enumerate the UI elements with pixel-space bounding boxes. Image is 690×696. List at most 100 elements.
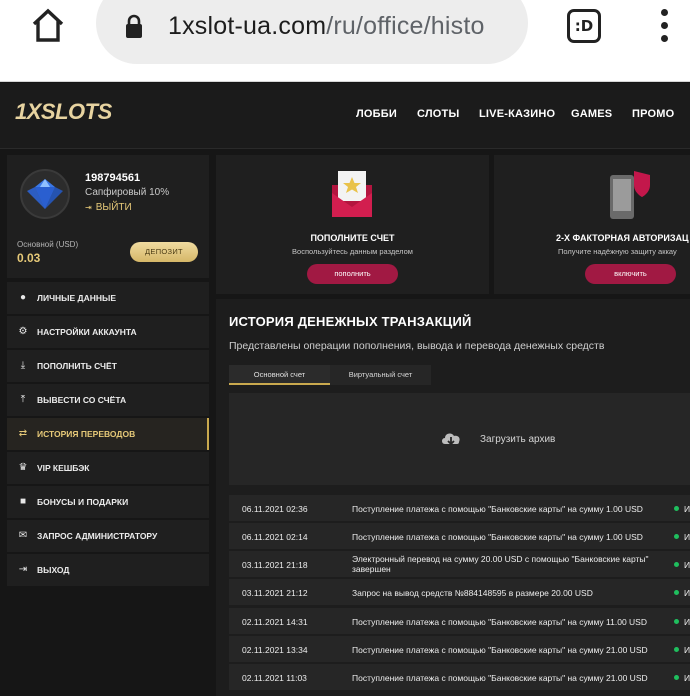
sidebar-item-label: ИСТОРИЯ ПЕРЕВОДОВ [37,429,136,439]
sidebar-menu: ● ЛИЧНЫЕ ДАННЫЕ ⚙ НАСТРОЙКИ АККАУНТА ⤓ ПОПО… [7,282,209,588]
url-domain: 1xslot-ua.com [168,12,327,40]
table-row: 06.11.2021 02:36 Поступление платежа с п… [229,495,690,521]
promo-card-2fa: 2-Х ФАКТОРНАЯ АВТОРИЗАЦ Получите надёжну… [494,155,690,294]
status-dot [674,619,679,624]
status-dot [674,590,679,595]
url-path: /ru/office/histo [326,12,485,40]
tab-virtual-account[interactable]: Виртуальный счет [330,365,431,385]
logout-link[interactable]: ⇥ ВЫЙТИ [85,202,132,213]
sidebar-item-transfer-history[interactable]: ⇄ ИСТОРИЯ ПЕРЕВОДОВ [7,418,209,450]
table-row: 02.11.2021 11:03 Поступление платежа с п… [229,664,690,690]
balance-value: 0.03 [17,251,41,265]
tx-description: Поступление платежа с помощью "Банковски… [352,504,643,514]
tx-date: 02.11.2021 11:03 [242,673,307,683]
promo-deposit-button[interactable]: пополнить [307,264,398,284]
balance-label: Основной (USD) [17,240,79,249]
tx-status: И [684,673,690,683]
sidebar-item-exit[interactable]: ⇥ ВЫХОД [7,554,209,586]
table-row: 02.11.2021 14:31 Поступление платежа с п… [229,608,690,634]
promo-card-deposit: ПОПОЛНИТЕ СЧЕТ Воспользуйтесь данным раз… [216,155,489,294]
tx-date: 02.11.2021 14:31 [242,617,308,627]
upload-icon: ⤒ [20,394,26,405]
tx-date: 06.11.2021 02:36 [242,504,308,514]
sidebar-item-label: ПОПОЛНИТЬ СЧЁТ [37,361,117,371]
cloud-download-icon [442,433,460,446]
tab-main-account[interactable]: Основной счет [229,365,330,385]
transaction-history-panel: ИСТОРИЯ ДЕНЕЖНЫХ ТРАНЗАКЦИЙ Представлены… [216,299,690,696]
sidebar-item-personal-data[interactable]: ● ЛИЧНЫЕ ДАННЫЕ [7,282,209,314]
download-icon: ⤓ [20,360,26,371]
crown-icon: ♛ [18,462,28,473]
phone-shield-icon [610,171,650,219]
user-status: Сапфировый 10% [85,187,170,198]
tx-status: И [684,645,690,655]
extension-button[interactable]: :D [567,9,601,43]
nav-promo[interactable]: ПРОМО [632,108,674,120]
tx-status: И [684,617,690,627]
download-archive-area[interactable]: Загрузить архив [229,393,690,485]
nav-live-casino[interactable]: LIVE-КАЗИНО [479,108,555,120]
tx-status: И [684,560,690,570]
tx-date: 03.11.2021 21:12 [242,588,308,598]
status-dot [674,506,679,511]
exit-icon: ⇥ [85,203,92,212]
promo-title: 2-Х ФАКТОРНАЯ АВТОРИЗАЦ [556,233,689,243]
tx-description: Поступление платежа с помощью "Банковски… [352,532,643,542]
promo-enable-button[interactable]: включить [585,264,676,284]
sidebar-item-label: ЛИЧНЫЕ ДАННЫЕ [37,293,116,303]
promo-subtitle: Воспользуйтесь данным разделом [292,247,413,256]
table-row: 03.11.2021 21:12 Запрос на вывод средств… [229,579,690,605]
tx-date: 06.11.2021 02:14 [242,532,308,542]
tx-description: Поступление платежа с помощью "Банковски… [352,645,648,655]
status-dot [674,647,679,652]
sidebar-item-label: НАСТРОЙКИ АККАУНТА [37,327,137,337]
logout-icon: ⇥ [18,564,28,575]
nav-lobby[interactable]: ЛОББИ [356,108,397,120]
tx-status: И [684,588,690,598]
address-bar[interactable]: 1xslot-ua.com/ru/office/histo [96,0,528,64]
logout-label: ВЫЙТИ [95,202,132,213]
tx-status: И [684,532,690,542]
sidebar-item-account-settings[interactable]: ⚙ НАСТРОЙКИ АККАУНТА [7,316,209,348]
more-menu-icon[interactable] [654,6,674,46]
browser-toolbar: 1xslot-ua.com/ru/office/histo :D [0,0,690,82]
promo-title: ПОПОЛНИТЕ СЧЕТ [310,233,395,243]
sidebar-item-withdraw[interactable]: ⤒ ВЫВЕСТИ СО СЧЁТА [7,384,209,416]
status-dot [674,675,679,680]
sidebar-item-label: ЗАПРОС АДМИНИСТРАТОРУ [37,531,158,541]
tx-description: Электронный перевод на сумму 20.00 USD с… [352,554,649,574]
sidebar-item-bonuses[interactable]: ■ БОНУСЫ И ПОДАРКИ [7,486,209,518]
envelope-star-icon [332,171,372,217]
transfer-icon: ⇄ [18,428,28,439]
sidebar-item-label: БОНУСЫ И ПОДАРКИ [37,497,129,507]
user-id: 198794561 [85,172,141,184]
settings-icon: ⚙ [18,326,28,337]
sidebar-item-deposit[interactable]: ⤓ ПОПОЛНИТЬ СЧЁТ [7,350,209,382]
deposit-button[interactable]: ДЕПОЗИТ [130,242,198,262]
profile-card: 198794561 Сапфировый 10% ⇥ ВЫЙТИ Основной… [7,155,209,278]
nav-games[interactable]: GAMES [571,108,612,120]
sapphire-icon [27,179,63,209]
page-subtitle: Представлены операции пополнения, вывода… [229,340,605,352]
user-icon: ● [19,292,27,303]
nav-slots[interactable]: СЛОТЫ [417,108,459,120]
mail-icon: ✉ [18,530,28,541]
home-icon[interactable] [28,5,68,45]
lock-icon [124,14,144,40]
tx-description: Запрос на вывод средств №884148595 в раз… [352,588,593,598]
site-header: 1XSLOTS ЛОББИ СЛОТЫ LIVE-КАЗИНО GAMES ПР… [0,83,690,149]
promo-subtitle: Получите надёжную защиту аккау [558,247,677,256]
page-title: ИСТОРИЯ ДЕНЕЖНЫХ ТРАНЗАКЦИЙ [229,314,472,329]
table-row: 03.11.2021 21:18 Электронный перевод на … [229,551,690,577]
sidebar-item-label: ВЫХОД [37,565,70,575]
tx-date: 02.11.2021 13:34 [242,645,308,655]
gift-icon: ■ [19,496,27,507]
sidebar-item-vip-cashback[interactable]: ♛ VIP КЕШБЭК [7,452,209,484]
tx-date: 03.11.2021 21:18 [242,560,308,570]
site-logo[interactable]: 1XSLOTS [15,99,112,125]
url-text: 1xslot-ua.com/ru/office/histo [168,12,512,41]
status-dot [674,562,679,567]
sidebar-item-admin-request[interactable]: ✉ ЗАПРОС АДМИНИСТРАТОРУ [7,520,209,552]
sidebar-item-label: VIP КЕШБЭК [37,463,90,473]
tx-status: И [684,504,690,514]
